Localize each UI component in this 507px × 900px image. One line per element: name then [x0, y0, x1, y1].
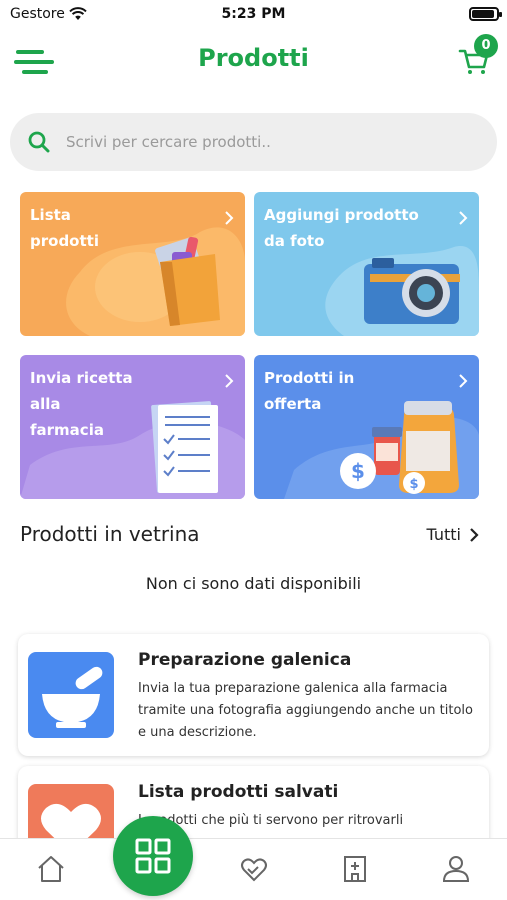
card-galenic-preparation[interactable]: Preparazione galenica Invia la tua prepa… [18, 634, 489, 756]
chevron-right-icon [459, 211, 468, 225]
tile-label: Lista prodotti [30, 206, 99, 250]
svg-text:$: $ [351, 459, 365, 483]
cart-badge: 0 [474, 34, 498, 58]
header: Prodotti [0, 28, 507, 92]
svg-text:$: $ [409, 477, 418, 492]
mortar-icon [28, 652, 114, 738]
pharmacy-icon[interactable] [339, 853, 371, 885]
tile-product-list[interactable]: Lista prodotti [20, 192, 245, 336]
tile-label: Aggiungi prodotto da foto [264, 206, 419, 250]
chevron-right-icon [470, 527, 479, 542]
bottom-nav [0, 838, 507, 900]
home-icon[interactable] [35, 853, 67, 885]
chevron-right-icon [459, 374, 468, 388]
empty-state-text: Non ci sono dati disponibili [145, 574, 362, 593]
search-bar[interactable] [10, 113, 497, 171]
tile-label: Prodotti in offerta [264, 369, 355, 413]
chevron-right-icon [225, 374, 234, 388]
tile-label: Invia ricetta alla farmacia [30, 369, 133, 439]
status-bar: Gestore 5:23 PM [0, 0, 507, 28]
see-all-link[interactable]: Tutti [427, 525, 479, 544]
user-icon[interactable] [440, 853, 472, 885]
card-description: Invia la tua preparazione galenica alla … [138, 681, 473, 740]
chevron-right-icon [225, 211, 234, 225]
catalog-grid-button[interactable] [113, 816, 193, 896]
search-icon [28, 131, 50, 153]
search-input[interactable] [66, 133, 446, 151]
tile-add-from-photo[interactable]: Aggiungi prodotto da foto [254, 192, 479, 336]
see-all-label: Tutti [426, 525, 461, 544]
page-title: Prodotti [198, 44, 309, 72]
battery-icon [469, 7, 502, 21]
card-title: Preparazione galenica [138, 650, 352, 670]
tile-offers[interactable]: $ $ Prodotti in offerta [254, 355, 479, 499]
tile-send-prescription[interactable]: Invia ricetta alla farmacia [20, 355, 245, 499]
card-title: Lista prodotti salvati [138, 782, 339, 802]
status-time: 5:23 PM [221, 6, 286, 22]
grid-icon [135, 838, 171, 874]
section-title: Prodotti in vetrina [20, 522, 200, 546]
card-description: I prodotti che più ti servono per ritrov… [138, 813, 404, 828]
heart-hand-icon[interactable] [238, 853, 270, 885]
